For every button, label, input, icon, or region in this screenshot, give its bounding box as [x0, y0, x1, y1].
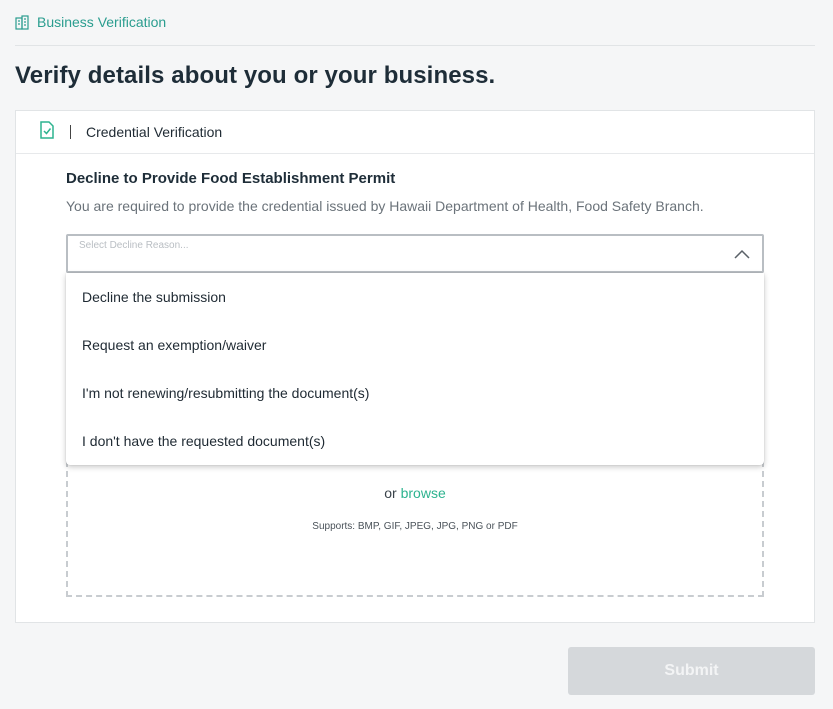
building-icon: [15, 14, 29, 30]
option-no-document[interactable]: I don't have the requested document(s): [66, 417, 764, 465]
submit-button[interactable]: Submit: [568, 647, 815, 695]
upload-dropzone[interactable]: or browse Supports: BMP, GIF, JPEG, JPG,…: [66, 451, 764, 597]
chevron-up-icon[interactable]: [734, 246, 750, 264]
option-request-exemption[interactable]: Request an exemption/waiver: [66, 321, 764, 369]
select-placeholder: Select Decline Reason...: [79, 240, 189, 251]
breadcrumb[interactable]: Business Verification: [15, 12, 166, 32]
breadcrumb-label[interactable]: Business Verification: [37, 14, 166, 30]
section-description: You are required to provide the credenti…: [66, 198, 704, 214]
page: Business Verification Verify details abo…: [0, 0, 833, 709]
header-separator: [70, 125, 71, 139]
document-check-icon: [39, 120, 55, 144]
card-header-title: Credential Verification: [86, 124, 223, 140]
browse-line: or browse: [68, 485, 762, 501]
header-divider: [15, 45, 815, 46]
or-text: or: [384, 485, 397, 501]
browse-link[interactable]: browse: [401, 485, 446, 501]
card-header: Credential Verification: [16, 111, 814, 154]
option-decline-submission[interactable]: Decline the submission: [66, 273, 764, 321]
supported-formats: Supports: BMP, GIF, JPEG, JPG, PNG or PD…: [312, 521, 518, 532]
page-title: Verify details about you or your busines…: [15, 62, 496, 89]
decline-reason-dropdown: Decline the submission Request an exempt…: [66, 273, 764, 465]
decline-reason-select[interactable]: Select Decline Reason...: [66, 234, 764, 273]
section-title: Decline to Provide Food Establishment Pe…: [66, 170, 396, 187]
option-not-renewing[interactable]: I'm not renewing/resubmitting the docume…: [66, 369, 764, 417]
